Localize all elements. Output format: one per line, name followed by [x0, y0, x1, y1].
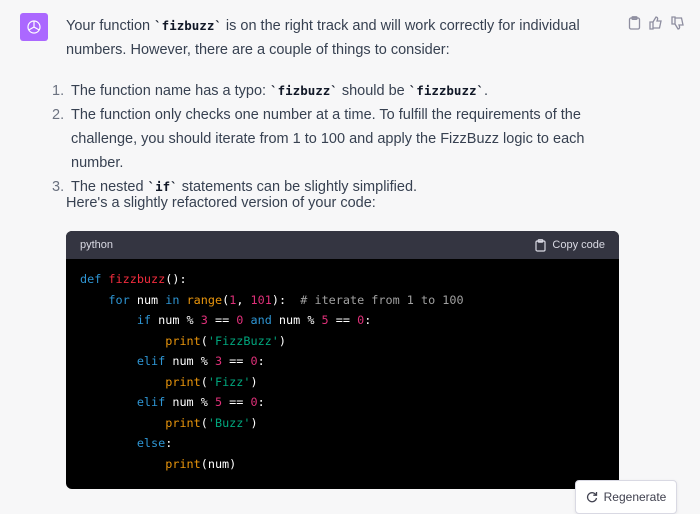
code-language: python: [80, 239, 114, 251]
code-block: python Copy code def fizzbuzz(): for num…: [66, 231, 619, 489]
code-content: def fizzbuzz(): for num in range(1, 101)…: [80, 272, 464, 471]
openai-logo-icon: [27, 20, 41, 34]
code-intro-text: Here's a slightly refactored version of …: [66, 195, 376, 211]
code-header: python Copy code: [66, 231, 619, 259]
list-text: .: [484, 83, 489, 99]
copy-message-button[interactable]: [626, 15, 642, 31]
list-text: should be: [337, 83, 409, 99]
inline-code: `fizbuzz`: [270, 83, 338, 98]
para-text: Your function: [66, 18, 155, 34]
list-number: 2.: [52, 107, 65, 123]
thumbs-down-button[interactable]: [670, 15, 686, 31]
clipboard-icon: [535, 238, 547, 252]
thumbs-up-icon: [649, 16, 662, 30]
message-actions: [626, 15, 686, 31]
copy-code-button[interactable]: Copy code: [535, 238, 605, 252]
copy-code-label: Copy code: [552, 239, 605, 251]
list-text: The function name has a typo:: [71, 83, 271, 99]
clipboard-icon: [628, 16, 640, 30]
list-number: 3.: [52, 179, 65, 195]
regenerate-button[interactable]: Regenerate: [575, 480, 677, 514]
list-item: 2. The function only checks one number a…: [52, 103, 632, 175]
assistant-avatar: [20, 13, 48, 41]
refresh-icon: [586, 492, 597, 503]
thumbs-up-button[interactable]: [648, 15, 664, 31]
inline-code: `fizbuzz`: [154, 18, 222, 33]
thumbs-down-icon: [671, 16, 684, 30]
message-paragraph: Your function `fizbuzz` is on the right …: [66, 14, 626, 62]
list-text: The function only checks one number at a…: [71, 107, 585, 171]
suggestion-list: 1. The function name has a typo: `fizbuz…: [52, 79, 632, 199]
regenerate-label: Regenerate: [603, 490, 667, 504]
inline-code: `fizzbuzz`: [408, 83, 485, 98]
list-number: 1.: [52, 83, 65, 99]
list-item: 1. The function name has a typo: `fizbuz…: [52, 79, 632, 103]
